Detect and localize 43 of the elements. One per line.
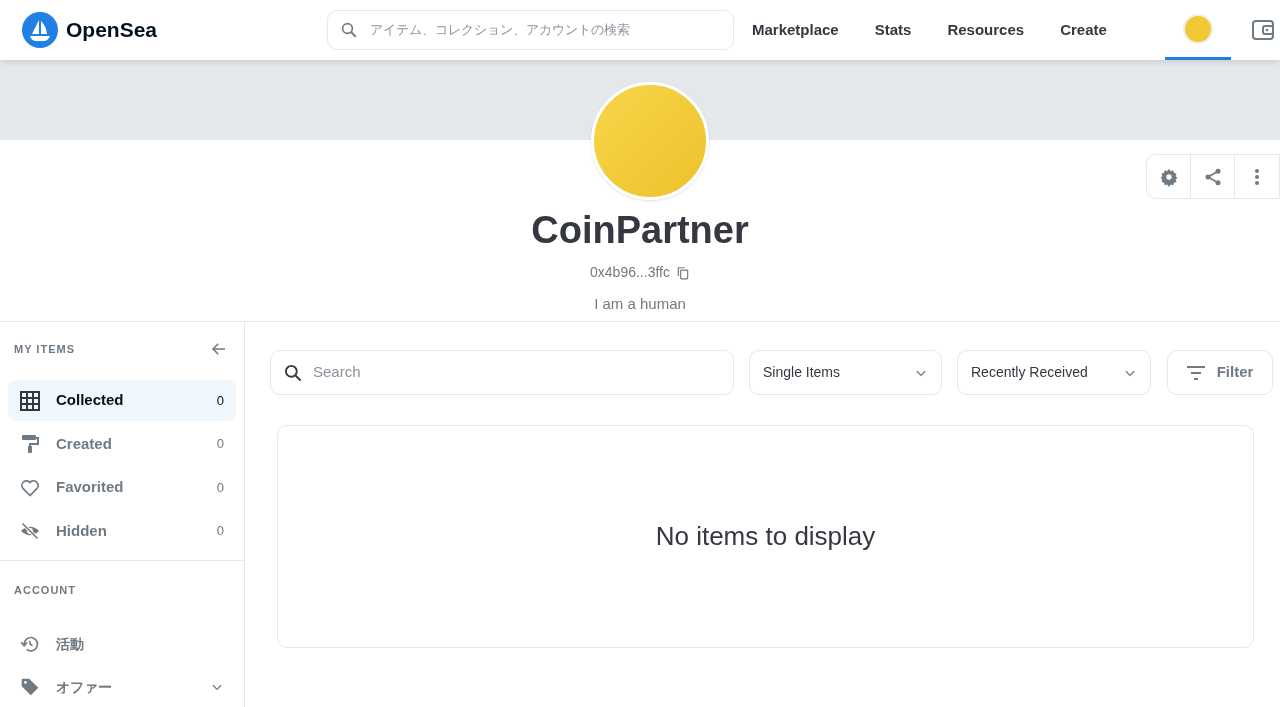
wallet-icon[interactable]: [1250, 18, 1275, 42]
paint-roller-icon: [20, 434, 40, 454]
nav-link[interactable]: Resources: [947, 18, 1025, 42]
type-dropdown[interactable]: Single Items: [749, 350, 942, 395]
nav-link[interactable]: Stats: [874, 18, 912, 42]
filter-icon: [1186, 365, 1205, 380]
back-arrow-icon[interactable]: [210, 340, 228, 358]
filter-button[interactable]: Filter: [1167, 350, 1273, 395]
sidebar-item[interactable]: Collected 0: [8, 380, 236, 421]
profile-bio: I am a human: [594, 294, 686, 314]
sidebar-item[interactable]: オファー: [8, 665, 236, 707]
item-count: 0: [216, 522, 224, 541]
settings-icon: [1158, 166, 1179, 187]
nav-link[interactable]: Marketplace: [752, 18, 839, 42]
sort-dropdown[interactable]: Recently Received: [957, 350, 1151, 395]
sidebar-item[interactable]: 活動: [8, 622, 236, 666]
item-count: 0: [216, 435, 224, 454]
logo-text[interactable]: OpenSea: [66, 14, 158, 46]
search-field[interactable]: アイテム、コレクション、アカウントの検索: [327, 10, 734, 50]
eye-off-icon: [20, 521, 40, 541]
sidebar-item[interactable]: Favorited 0: [8, 467, 236, 508]
more-icon: [1254, 167, 1260, 186]
wallet-address[interactable]: 0x4b96...3ffc: [590, 262, 670, 283]
sidebar-item[interactable]: Hidden 0: [8, 510, 236, 552]
copy-icon[interactable]: [675, 265, 690, 280]
search-icon: [340, 21, 358, 39]
search-icon: [283, 362, 303, 383]
sidebar-item[interactable]: Created 0: [8, 423, 236, 465]
profile-name: CoinPartner: [531, 208, 749, 253]
search-input: Search: [313, 361, 721, 384]
history-icon: [20, 634, 40, 654]
section-title: ACCOUNT: [14, 583, 76, 596]
section-title: MY ITEMS: [14, 341, 75, 357]
empty-message: No items to display: [655, 520, 876, 553]
nav-link[interactable]: Create: [1060, 18, 1107, 42]
logo-icon[interactable]: [22, 12, 58, 48]
heart-icon: [20, 477, 40, 498]
item-count: 0: [216, 478, 224, 497]
search-input: アイテム、コレクション、アカウントの検索: [370, 20, 721, 40]
item-count: 0: [216, 391, 224, 410]
tag-icon: [20, 677, 40, 697]
grid-icon: [20, 390, 40, 411]
search-field[interactable]: Search: [270, 350, 734, 395]
